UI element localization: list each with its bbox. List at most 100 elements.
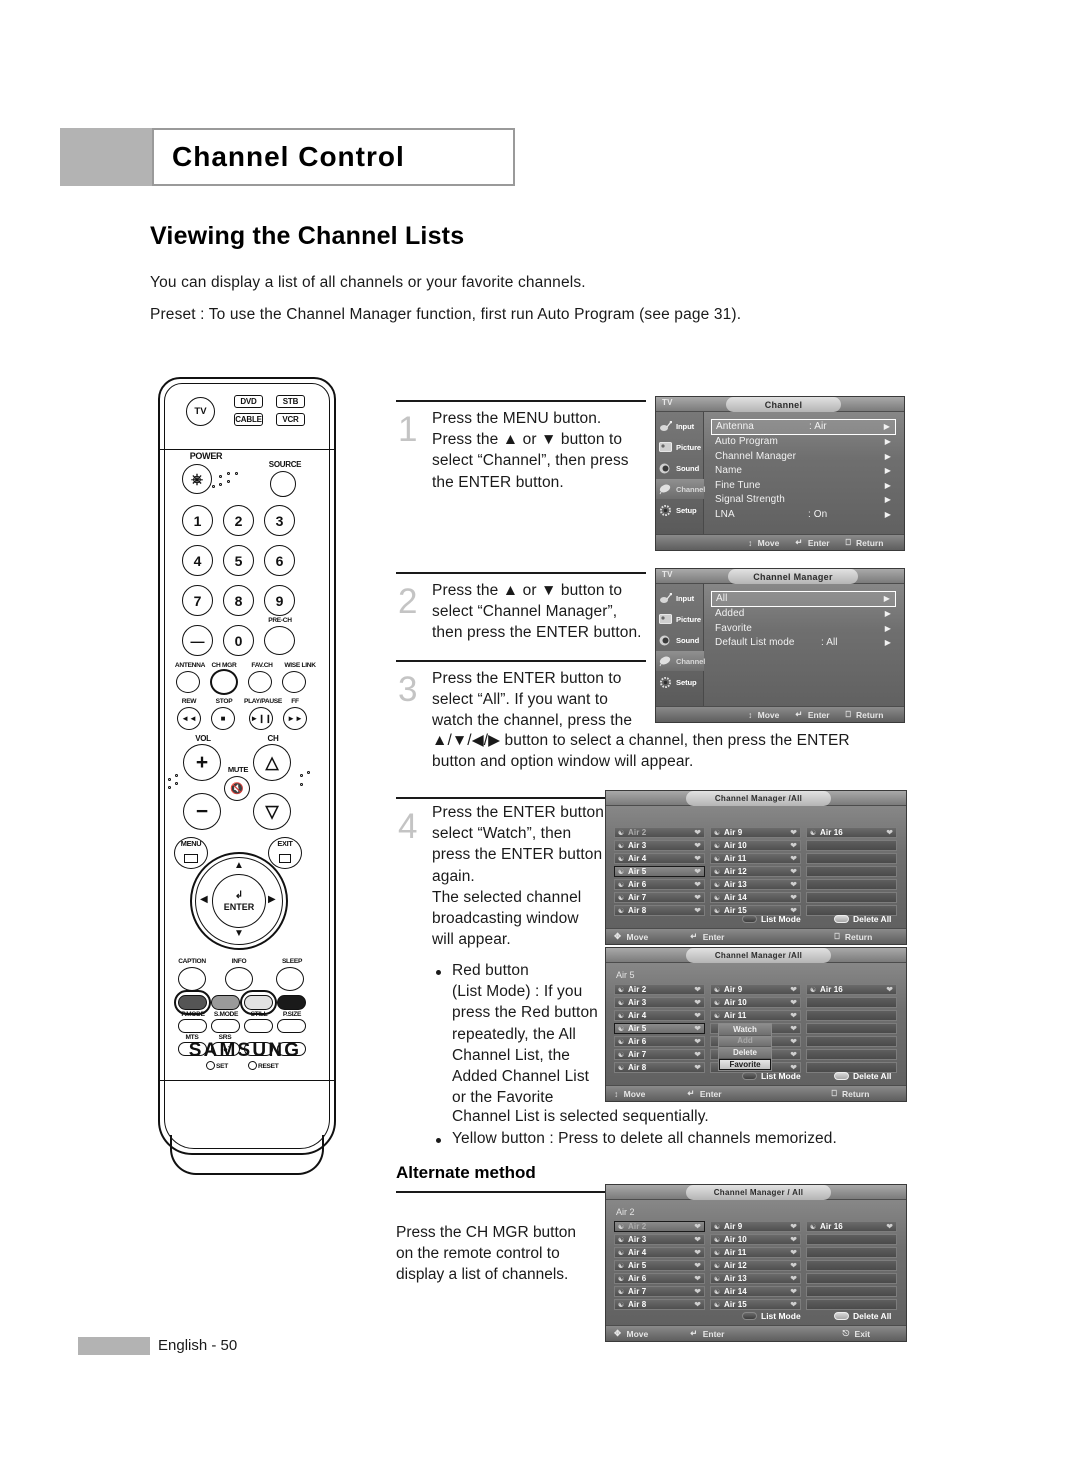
sidebar-item-input[interactable]: Input	[656, 588, 704, 608]
menu-row-lna[interactable]: LNA : On ▶	[711, 507, 896, 522]
heart-icon[interactable]: ❤	[694, 1050, 701, 1059]
remote-reset-button[interactable]	[248, 1061, 257, 1070]
yellow-button-pill[interactable]	[834, 915, 849, 923]
remote-number-7[interactable]: 7	[182, 585, 213, 616]
heart-icon[interactable]: ❤	[694, 1037, 701, 1046]
menu-row-auto-program[interactable]: Auto Program ▶	[711, 435, 896, 450]
channel-row[interactable]: ☯ Air 16 ❤	[806, 827, 897, 839]
heart-icon[interactable]: ❤	[790, 893, 797, 902]
remote-channel-up-button[interactable]: △	[253, 744, 291, 781]
remote-cable-button[interactable]: CABLE	[234, 413, 263, 426]
remote-vcr-button[interactable]: VCR	[276, 413, 305, 426]
remote-number-6[interactable]: 6	[264, 545, 295, 576]
remote-ff-button[interactable]: ►►	[283, 707, 307, 730]
menu-row-favorite[interactable]: Favorite ▶	[711, 621, 896, 636]
yellow-button-pill[interactable]	[834, 1072, 849, 1080]
menu-row-name[interactable]: Name ▶	[711, 464, 896, 479]
channel-row[interactable]: ☯ Air 9 ❤	[710, 984, 801, 996]
heart-icon[interactable]: ❤	[694, 841, 701, 850]
menu-row-fine-tune[interactable]: Fine Tune ▶	[711, 478, 896, 493]
menu-row-antenna[interactable]: Antenna : Air ▶	[711, 419, 896, 435]
remote-play-pause-button[interactable]: ►❙❙	[249, 707, 273, 730]
nav-up-icon[interactable]: ▲	[234, 860, 244, 871]
remote-number-1[interactable]: 1	[182, 505, 213, 536]
remote-stb-button[interactable]: STB	[276, 395, 305, 408]
remote-color-button-green[interactable]	[211, 995, 240, 1010]
red-button-pill[interactable]	[742, 1072, 757, 1080]
sidebar-item-sound[interactable]: Sound	[656, 630, 704, 650]
channel-row[interactable]: ☯ Air 3 ❤	[614, 1233, 705, 1246]
heart-icon[interactable]: ❤	[694, 1024, 701, 1033]
channel-row[interactable]: ☯ Air 16 ❤	[806, 1221, 897, 1233]
heart-icon[interactable]: ❤	[694, 1274, 701, 1283]
channel-row[interactable]: ☯ Air 12 ❤	[710, 1259, 801, 1272]
heart-icon[interactable]: ❤	[790, 1222, 797, 1231]
remote-info-button[interactable]	[225, 967, 253, 991]
channel-row-selected[interactable]: ☯ Air 5 ❤	[614, 865, 705, 878]
remote-color-button-blue[interactable]	[277, 995, 306, 1010]
remote-mute-button[interactable]: 🔇	[224, 776, 250, 801]
heart-icon[interactable]: ❤	[790, 1235, 797, 1244]
channel-row[interactable]: ☯ Air 14 ❤	[710, 1285, 801, 1298]
remote-enter-button[interactable]: ↲ ENTER	[212, 874, 266, 928]
channel-row[interactable]: ☯ Air 6 ❤	[614, 878, 705, 891]
heart-icon[interactable]: ❤	[694, 854, 701, 863]
popup-item-watch[interactable]: Watch	[719, 1024, 771, 1036]
remote-number-2[interactable]: 2	[223, 505, 254, 536]
remote-ch-mgr-button[interactable]	[210, 669, 238, 695]
channel-row[interactable]: ☯ Air 14 ❤	[710, 891, 801, 904]
channel-row[interactable]: ☯ Air 4 ❤	[614, 1246, 705, 1259]
heart-icon[interactable]: ❤	[694, 998, 701, 1007]
sidebar-item-sound[interactable]: Sound	[656, 458, 704, 478]
remote-wise-link-button[interactable]	[282, 671, 306, 693]
sidebar-item-channel[interactable]: Channel	[656, 479, 705, 499]
nav-left-icon[interactable]: ◀	[200, 894, 208, 905]
remote-caption-button[interactable]	[178, 967, 206, 991]
channel-row[interactable]: ☯ Air 7 ❤	[614, 1285, 705, 1298]
remote-volume-down-button[interactable]: −	[183, 793, 221, 830]
channel-row[interactable]: ☯ Air 10 ❤	[710, 839, 801, 852]
popup-item-delete[interactable]: Delete	[719, 1047, 771, 1059]
heart-icon[interactable]: ❤	[694, 828, 701, 837]
heart-icon[interactable]: ❤	[694, 880, 701, 889]
heart-icon[interactable]: ❤	[790, 880, 797, 889]
remote-power-button[interactable]: ⎈	[182, 464, 212, 494]
remote-number-3[interactable]: 3	[264, 505, 295, 536]
channel-row[interactable]: ☯ Air 2 ❤	[614, 984, 705, 996]
heart-icon[interactable]: ❤	[790, 1011, 797, 1020]
channel-row[interactable]: ☯ Air 5 ❤	[614, 1259, 705, 1272]
nav-down-icon[interactable]: ▼	[234, 928, 244, 939]
remote-fav-ch-button[interactable]	[248, 671, 272, 693]
popup-item-favorite[interactable]: Favorite	[719, 1058, 771, 1070]
red-button-pill[interactable]	[742, 1312, 757, 1320]
yellow-button-pill[interactable]	[834, 1312, 849, 1320]
heart-icon[interactable]: ❤	[790, 854, 797, 863]
channel-row[interactable]: ☯ Air 4 ❤	[614, 1009, 705, 1022]
channel-row[interactable]: ☯ Air 13 ❤	[710, 1272, 801, 1285]
sidebar-item-setup[interactable]: Setup	[656, 500, 704, 520]
heart-icon[interactable]: ❤	[790, 1300, 797, 1309]
heart-icon[interactable]: ❤	[694, 893, 701, 902]
nav-right-icon[interactable]: ▶	[268, 894, 276, 905]
channel-row[interactable]: ☯ Air 7 ❤	[614, 891, 705, 904]
heart-icon[interactable]: ❤	[694, 1011, 701, 1020]
remote-number-0[interactable]: 0	[223, 625, 254, 656]
remote-channel-down-button[interactable]: ▽	[253, 793, 291, 830]
channel-row[interactable]: ☯ Air 4 ❤	[614, 852, 705, 865]
heart-icon[interactable]: ❤	[790, 1287, 797, 1296]
remote-tv-button[interactable]: TV	[186, 397, 215, 426]
sidebar-item-input[interactable]: Input	[656, 416, 704, 436]
channel-row[interactable]: ☯ Air 9 ❤	[710, 1221, 801, 1233]
remote-set-button[interactable]	[206, 1061, 215, 1070]
menu-row-default-list-mode[interactable]: Default List mode : All ▶	[711, 636, 896, 651]
sidebar-item-picture[interactable]: Picture	[656, 609, 704, 629]
channel-row[interactable]: ☯ Air 9 ❤	[710, 827, 801, 839]
heart-icon[interactable]: ❤	[790, 1050, 797, 1059]
menu-row-channel-manager[interactable]: Channel Manager ▶	[711, 449, 896, 464]
channel-row[interactable]: ☯ Air 11 ❤	[710, 1009, 801, 1022]
red-button-pill[interactable]	[742, 915, 757, 923]
menu-row-all[interactable]: All ▶	[711, 591, 896, 607]
heart-icon[interactable]: ❤	[790, 985, 797, 994]
remote-source-button[interactable]	[270, 471, 296, 497]
menu-row-signal-strength[interactable]: Signal Strength ▶	[711, 493, 896, 508]
